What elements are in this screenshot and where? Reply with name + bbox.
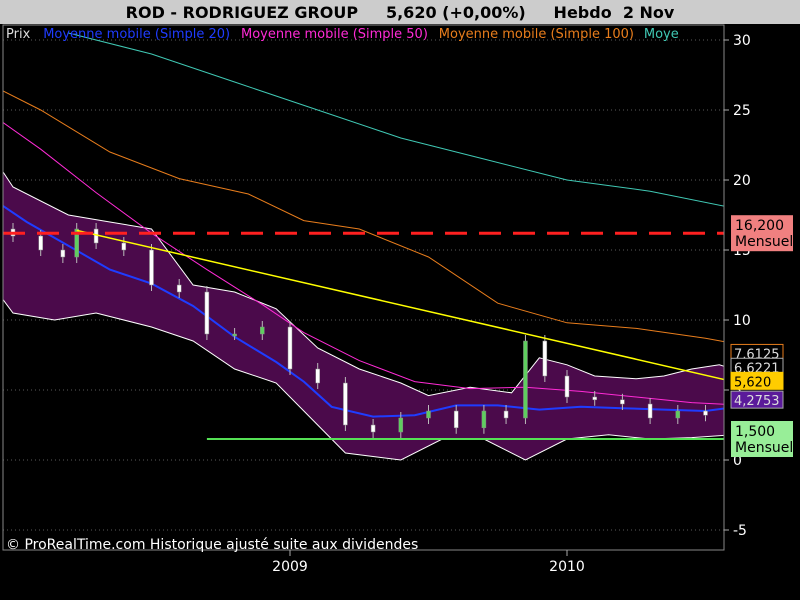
y-tick-label: 20 bbox=[733, 173, 751, 189]
level-tag-price-1: 1,500 bbox=[735, 424, 775, 440]
chart-title: ROD - RODRIGUEZ GROUP 5,620 (+0,00%) Heb… bbox=[126, 3, 675, 22]
price-candle bbox=[38, 235, 43, 251]
chart: ROD - RODRIGUEZ GROUP 5,620 (+0,00%) Heb… bbox=[0, 0, 800, 600]
price-candle bbox=[703, 410, 708, 416]
price-candle bbox=[481, 410, 487, 429]
price-candle bbox=[675, 410, 681, 419]
price-candle bbox=[592, 396, 597, 401]
level-tag-label-1: Mensuel bbox=[735, 440, 793, 456]
price-candle bbox=[542, 340, 548, 377]
price-candle bbox=[204, 291, 210, 335]
legend-item-4: Moye bbox=[644, 27, 679, 42]
legend: Prix Moyenne mobile (Simple 20) Moyenne mo… bbox=[6, 27, 679, 42]
price-candle bbox=[315, 368, 320, 384]
price-tag-3: 4,2753 bbox=[734, 394, 780, 409]
price-candle bbox=[260, 326, 265, 335]
legend-item-0: Prix bbox=[6, 27, 31, 42]
price-candle bbox=[93, 228, 99, 244]
x-tick-label: 2009 bbox=[272, 559, 308, 575]
price-candle bbox=[343, 382, 348, 426]
price-candle bbox=[232, 333, 237, 337]
price-tag-2: 5,620 bbox=[734, 375, 771, 390]
legend-item-1: Moyenne mobile (Simple 20) bbox=[43, 27, 230, 42]
level-tag-price-0: 16,200 bbox=[735, 218, 784, 234]
y-tick-label: 30 bbox=[733, 33, 751, 49]
legend-item-3: Moyenne mobile (Simple 100) bbox=[439, 27, 634, 42]
y-tick-label: -5 bbox=[733, 523, 747, 539]
price-candle bbox=[149, 249, 154, 286]
price-candle bbox=[121, 242, 127, 251]
x-tick-label: 2010 bbox=[549, 559, 585, 575]
price-candle bbox=[620, 399, 625, 405]
price-candle bbox=[426, 410, 431, 419]
price-candle bbox=[398, 417, 404, 433]
y-tick-label: 10 bbox=[733, 313, 751, 329]
y-tick-label: 25 bbox=[733, 103, 751, 119]
price-candle bbox=[503, 410, 509, 419]
legend-item-2: Moyenne mobile (Simple 50) bbox=[241, 27, 428, 42]
price-candle bbox=[564, 375, 570, 398]
price-candle bbox=[370, 424, 376, 433]
price-candle bbox=[60, 249, 66, 258]
price-candle bbox=[176, 284, 182, 293]
price-candle bbox=[523, 340, 528, 419]
level-tag-label-0: Mensuel bbox=[735, 234, 793, 250]
footer-credit: © ProRealTime.com Historique ajusté suit… bbox=[6, 537, 418, 553]
price-candle bbox=[453, 410, 459, 429]
price-candle bbox=[287, 326, 293, 370]
price-candle bbox=[647, 403, 653, 419]
